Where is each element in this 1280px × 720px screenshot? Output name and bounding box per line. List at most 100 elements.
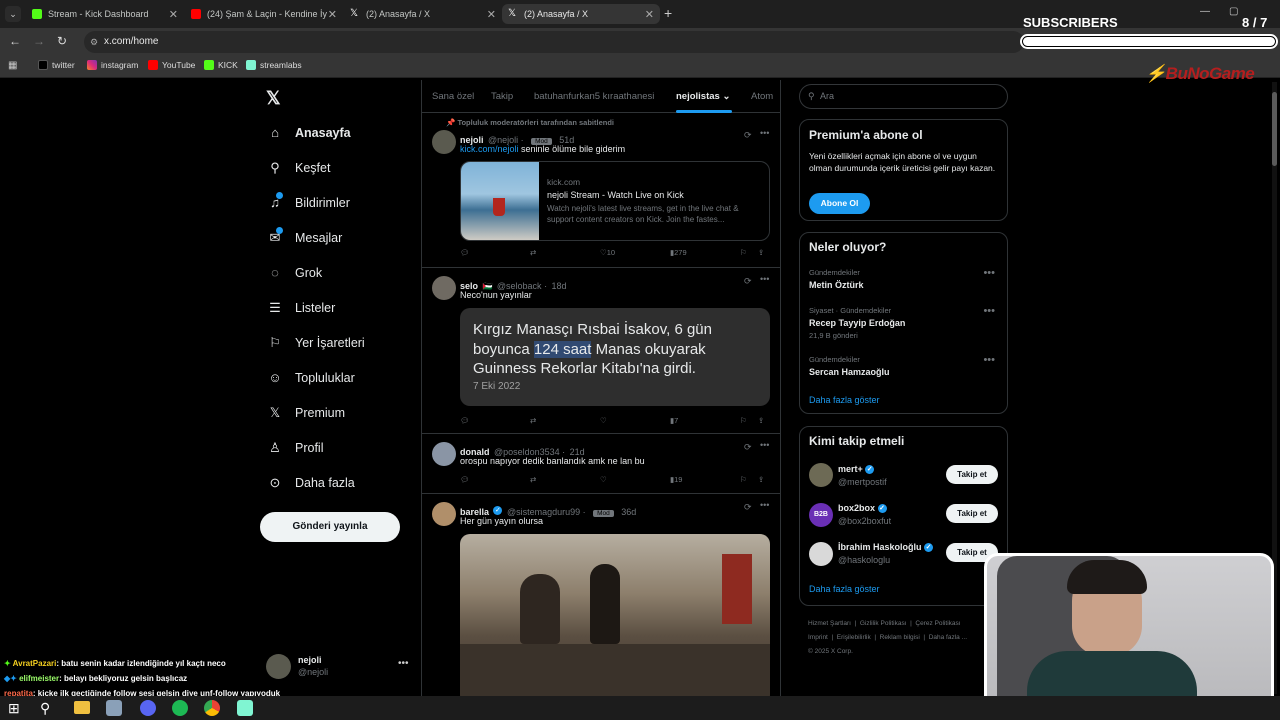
grok-icon[interactable]: ⟳ bbox=[744, 442, 752, 453]
footer-link[interactable]: Reklam bilgisi bbox=[880, 634, 920, 641]
browser-tab[interactable]: (24) Şam & Laçin - Kendine İyi... ✕ bbox=[185, 4, 343, 24]
scrollbar-thumb[interactable] bbox=[1272, 92, 1277, 166]
sidebar-item-communities[interactable]: ☺ Topluluklar bbox=[268, 371, 354, 386]
avatar[interactable] bbox=[432, 130, 456, 154]
forward-icon[interactable]: → bbox=[33, 34, 45, 48]
footer-link[interactable]: Erişilebilirlik bbox=[837, 634, 871, 641]
sidebar-item-premium[interactable]: 𝕏 Premium bbox=[268, 406, 345, 421]
sidebar-item-grok[interactable]: ◌ Grok bbox=[268, 266, 322, 281]
more-icon[interactable]: ••• bbox=[760, 500, 769, 510]
tab-nejolistas[interactable]: nejolistas ⌄ bbox=[676, 91, 730, 102]
maximize-icon[interactable]: ▢ bbox=[1229, 6, 1238, 17]
post[interactable]: selo 🇵🇸 @seloback · 18d ⟳ ••• Neco'nun y… bbox=[422, 268, 780, 434]
sidebar-item-messages[interactable]: ✉ Mesajlar bbox=[268, 227, 342, 245]
share-icon[interactable]: ⇪ bbox=[758, 475, 764, 484]
sidebar-item-notifications[interactable]: ♫ Bildirimler bbox=[268, 192, 350, 210]
grok-icon[interactable]: ⟳ bbox=[744, 130, 752, 141]
minimize-icon[interactable]: — bbox=[1200, 6, 1210, 17]
more-icon[interactable]: ••• bbox=[760, 128, 769, 138]
show-more-link[interactable]: Daha fazla göster bbox=[809, 395, 880, 405]
bookmark-kick[interactable]: KICK bbox=[204, 60, 238, 70]
apps-icon[interactable]: ▦ bbox=[8, 60, 17, 71]
trend-item[interactable]: Sercan Hamzaoğlu bbox=[809, 367, 890, 377]
spotify-icon[interactable] bbox=[172, 700, 188, 716]
bookmark-youtube[interactable]: YouTube bbox=[148, 60, 195, 70]
tab-following[interactable]: Takip bbox=[491, 91, 513, 102]
avatar[interactable] bbox=[432, 276, 456, 300]
subscribe-button[interactable]: Abone Ol bbox=[809, 193, 870, 214]
follow-button[interactable]: Takip et bbox=[946, 465, 998, 484]
suggested-user-name[interactable]: mert+ ✓ bbox=[838, 464, 875, 475]
post-link[interactable]: kick.com/nejoli bbox=[460, 144, 519, 154]
more-icon[interactable]: ••• bbox=[983, 305, 995, 317]
views-button[interactable]: ▮ 19 bbox=[670, 475, 682, 484]
reply-icon[interactable]: 💬︎ bbox=[460, 416, 470, 425]
footer-link[interactable]: Daha fazla ... bbox=[929, 634, 967, 641]
file-explorer-icon[interactable] bbox=[74, 701, 90, 714]
tab-for-you[interactable]: Sana özel bbox=[432, 91, 474, 102]
more-icon[interactable]: ••• bbox=[760, 274, 769, 284]
post-time[interactable]: 36d bbox=[621, 507, 636, 517]
grok-icon[interactable]: ⟳ bbox=[744, 276, 752, 287]
more-icon[interactable]: ••• bbox=[983, 354, 995, 366]
repost-icon[interactable]: ⇄ bbox=[530, 248, 536, 257]
back-icon[interactable]: ← bbox=[9, 34, 21, 48]
post-media-video[interactable] bbox=[460, 534, 770, 700]
like-button[interactable]: ♡ 10 bbox=[600, 248, 615, 257]
post[interactable]: 📌 Topluluk moderatörleri tarafından sabi… bbox=[422, 114, 780, 268]
link-card[interactable]: kick.com nejoli Stream - Watch Live on K… bbox=[460, 161, 770, 241]
sidebar-item-more[interactable]: ⊙ Daha fazla bbox=[268, 476, 355, 491]
bookmark-icon[interactable]: ⚐ bbox=[740, 416, 747, 425]
repost-icon[interactable]: ⇄ bbox=[530, 416, 536, 425]
close-icon[interactable]: ✕ bbox=[487, 8, 496, 21]
tab-community[interactable]: batuhanfurkan5 kıraathanesi bbox=[534, 91, 654, 102]
bookmark-icon[interactable]: ⚐ bbox=[740, 248, 747, 257]
bookmark-streamlabs[interactable]: streamlabs bbox=[246, 60, 302, 70]
footer-link[interactable]: Imprint bbox=[808, 634, 828, 641]
suggested-user-name[interactable]: box2box ✓ bbox=[838, 503, 887, 514]
post[interactable]: donald @poseldon3534 · 21d ⟳ ••• orospu … bbox=[422, 434, 780, 494]
show-more-link[interactable]: Daha fazla göster bbox=[809, 584, 880, 594]
search-input[interactable]: ⚲ Ara bbox=[799, 84, 1008, 109]
url-input[interactable]: ⚙ x.com/home bbox=[84, 31, 1024, 53]
share-icon[interactable]: ⇪ bbox=[758, 416, 764, 425]
sidebar-item-home[interactable]: ⌂ Anasayfa bbox=[268, 126, 351, 141]
discord-icon[interactable] bbox=[140, 700, 156, 716]
sidebar-item-explore[interactable]: ⚲ Keşfet bbox=[268, 161, 330, 176]
footer-link[interactable]: Çerez Politikası bbox=[915, 620, 960, 627]
trend-item[interactable]: Recep Tayyip Erdoğan bbox=[809, 318, 905, 328]
windows-start-icon[interactable]: ⊞ bbox=[8, 700, 20, 717]
like-icon[interactable]: ♡ bbox=[600, 416, 607, 425]
avatar[interactable]: B2B bbox=[809, 503, 833, 527]
close-icon[interactable]: ✕ bbox=[328, 8, 337, 21]
browser-tab-active[interactable]: 𝕏 (2) Anasayfa / X ✕ bbox=[502, 4, 660, 24]
sidebar-item-profile[interactable]: ♙ Profil bbox=[268, 441, 323, 456]
close-icon[interactable]: ✕ bbox=[169, 8, 178, 21]
reload-icon[interactable]: ↻ bbox=[57, 34, 67, 48]
search-icon[interactable]: ⚲ bbox=[40, 700, 50, 717]
footer-link[interactable]: Gizlilik Politikası bbox=[860, 620, 907, 627]
post-button[interactable]: Gönderi yayınla bbox=[260, 512, 400, 542]
grok-icon[interactable]: ⟳ bbox=[744, 502, 752, 513]
tab-atom[interactable]: Atom bbox=[751, 91, 773, 102]
reply-icon[interactable]: 💬︎ bbox=[460, 475, 470, 484]
quote-image[interactable]: Kırgız Manasçı Rısbai İsakov, 6 gün boyu… bbox=[460, 308, 770, 406]
suggested-user-name[interactable]: İbrahim Haskoloğlu ✓ bbox=[838, 542, 934, 553]
streamlabs-icon[interactable] bbox=[237, 700, 253, 716]
bookmark-instagram[interactable]: instagram bbox=[87, 60, 138, 70]
sidebar-item-bookmarks[interactable]: ⚐ Yer İşaretleri bbox=[268, 336, 365, 351]
like-icon[interactable]: ♡ bbox=[600, 475, 607, 484]
avatar[interactable] bbox=[432, 502, 456, 526]
avatar[interactable] bbox=[809, 463, 833, 487]
avatar[interactable] bbox=[432, 442, 456, 466]
trend-item[interactable]: Metin Öztürk bbox=[809, 280, 864, 290]
share-icon[interactable]: ⇪ bbox=[758, 248, 764, 257]
tab-search-button[interactable]: ⌄ bbox=[5, 6, 21, 22]
sidebar-item-lists[interactable]: ☰ Listeler bbox=[268, 301, 335, 316]
browser-tab[interactable]: Stream - Kick Dashboard ✕ bbox=[26, 4, 184, 24]
bookmark-twitter[interactable]: twitter bbox=[38, 60, 75, 70]
more-icon[interactable]: ••• bbox=[398, 658, 409, 669]
close-icon[interactable]: ✕ bbox=[645, 8, 654, 21]
browser-tab[interactable]: 𝕏 (2) Anasayfa / X ✕ bbox=[344, 4, 502, 24]
reply-icon[interactable]: 💬︎ bbox=[460, 248, 470, 257]
